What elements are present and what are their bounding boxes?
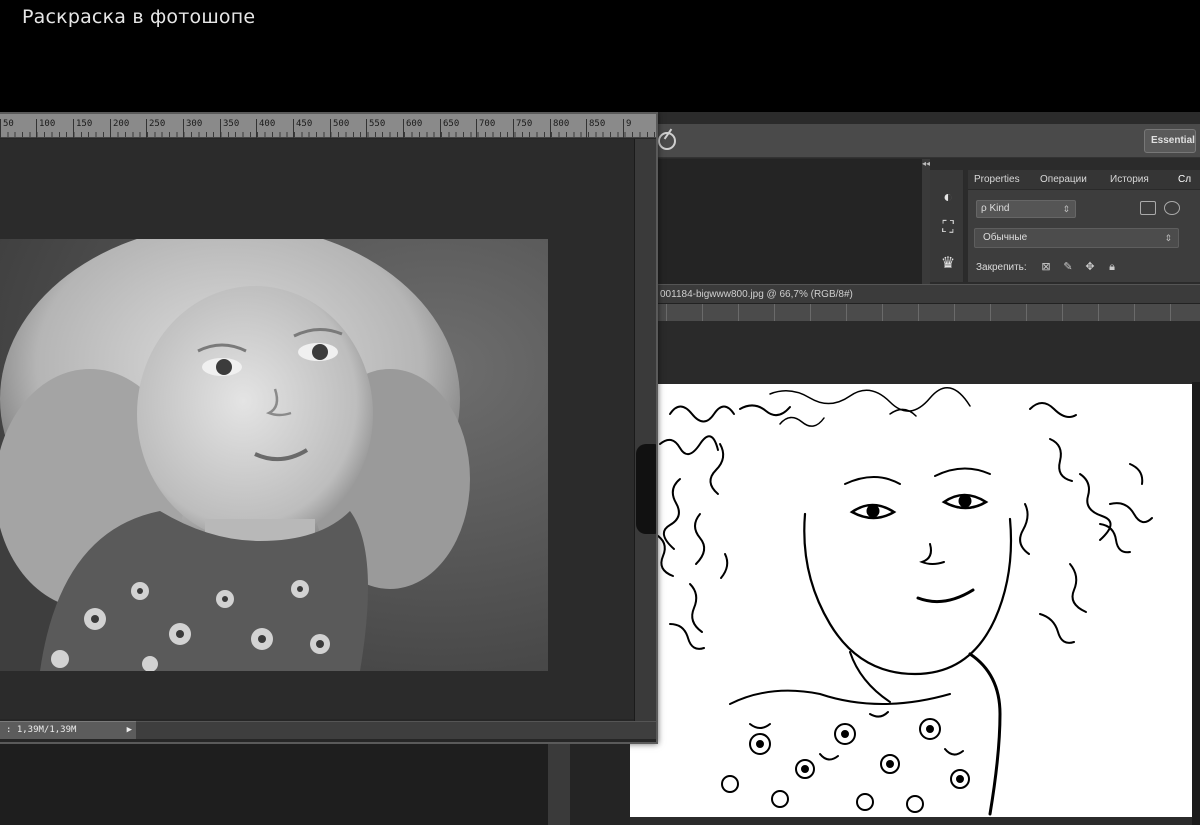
photoshop-window-photo: 50 100 150 200 250 300 350 400 450 500 5… xyxy=(0,112,658,744)
document-size-status: : 1,39M/1,39M ▶ xyxy=(0,721,136,739)
ruler-tick: 700 xyxy=(476,119,495,138)
layers-panel: Properties Операции История Сл ρ Kind ⇕ … xyxy=(968,170,1200,282)
ruler-tick: 600 xyxy=(403,119,422,138)
ruler-tick: 800 xyxy=(550,119,569,138)
background-panel xyxy=(548,744,570,825)
window-edge xyxy=(1192,382,1200,825)
panel-dock-empty xyxy=(630,159,922,284)
lock-pixels-icon[interactable]: ✎ xyxy=(1062,261,1074,273)
character-icon[interactable]: ♛ xyxy=(938,254,958,274)
double-arrow-icon: ◂◂ xyxy=(922,159,931,168)
ruler-tick: 200 xyxy=(110,119,129,138)
horizontal-scrollbar[interactable] xyxy=(136,721,656,739)
image-adjust-icon[interactable]: ⛶ xyxy=(938,218,958,238)
brush-tool-icon[interactable] xyxy=(658,132,676,150)
color-wheel-icon[interactable]: ◐ xyxy=(938,188,958,208)
kind-filter-label: ρ Kind xyxy=(981,203,1010,214)
sketch-image xyxy=(630,384,1192,817)
ruler-tick: 300 xyxy=(183,119,202,138)
chevron-updown-icon: ⇕ xyxy=(1164,233,1172,243)
page-title: Раскраска в фотошопе xyxy=(22,6,256,28)
background-panel xyxy=(570,744,630,825)
options-bar: Essentials xyxy=(630,124,1200,158)
tab-history[interactable]: История xyxy=(1110,174,1149,185)
status-menu-arrow-icon[interactable]: ▶ xyxy=(127,722,132,739)
photo-drawing xyxy=(0,239,548,671)
ruler-tick: 9 xyxy=(623,119,631,138)
blend-mode-value: Обычные xyxy=(983,232,1028,243)
chevron-updown-icon: ⇕ xyxy=(1062,204,1070,214)
ruler-tick: 550 xyxy=(366,119,385,138)
ruler-tick: 350 xyxy=(220,119,239,138)
ruler-tick: 450 xyxy=(293,119,312,138)
ruler-tick: 650 xyxy=(440,119,459,138)
image-filter-icon[interactable] xyxy=(1140,201,1156,215)
photoshop-window-sketch: Essentials ◂◂ ◐ ⛶ ♛ Properties Операции … xyxy=(630,112,1200,825)
tab-properties[interactable]: Properties xyxy=(974,174,1020,185)
tab-layers[interactable]: Сл xyxy=(1178,174,1191,185)
scrollbar-thumb[interactable] xyxy=(636,444,656,534)
photo-image xyxy=(0,239,548,671)
blend-mode-select[interactable]: Обычные ⇕ xyxy=(974,228,1179,248)
collapse-panels-button[interactable]: ◂◂ xyxy=(922,159,930,284)
ruler-tick: 50 xyxy=(0,119,14,138)
essentials-workspace-button[interactable]: Essentials xyxy=(1144,129,1196,153)
lock-transparency-icon[interactable]: ⊠ xyxy=(1040,261,1052,273)
canvas-area xyxy=(0,139,634,719)
ruler-tick: 750 xyxy=(513,119,532,138)
canvas-background xyxy=(630,322,1200,384)
ruler-tick: 500 xyxy=(330,119,349,138)
adjustment-filter-icon[interactable] xyxy=(1164,201,1180,215)
horizontal-ruler: 50 100 150 200 250 300 350 400 450 500 5… xyxy=(0,114,656,138)
layer-kind-filter[interactable]: ρ Kind ⇕ xyxy=(976,200,1076,218)
document-tab[interactable]: 001184-bigwww800.jpg @ 66,7% (RGB/8#) xyxy=(630,284,1200,304)
ruler-tick: 150 xyxy=(73,119,92,138)
sketch-drawing xyxy=(654,387,1153,816)
lock-all-icon[interactable]: 🔒︎ xyxy=(1106,261,1118,273)
horizontal-ruler xyxy=(630,304,1200,322)
status-text: : 1,39M/1,39M xyxy=(6,725,77,735)
ruler-tick: 850 xyxy=(586,119,605,138)
panel-tabs: Properties Операции История Сл xyxy=(968,170,1200,190)
ruler-tick: 400 xyxy=(256,119,275,138)
locks-label: Закрепить: xyxy=(976,262,1027,273)
ruler-tick: 100 xyxy=(36,119,55,138)
tab-actions[interactable]: Операции xyxy=(1040,174,1087,185)
background-panel xyxy=(0,744,548,825)
panel-icon-strip: ◐ ⛶ ♛ xyxy=(930,170,964,282)
vertical-scrollbar[interactable] xyxy=(634,139,656,721)
lock-position-icon[interactable]: ✥ xyxy=(1084,261,1096,273)
ruler-tick: 250 xyxy=(146,119,165,138)
